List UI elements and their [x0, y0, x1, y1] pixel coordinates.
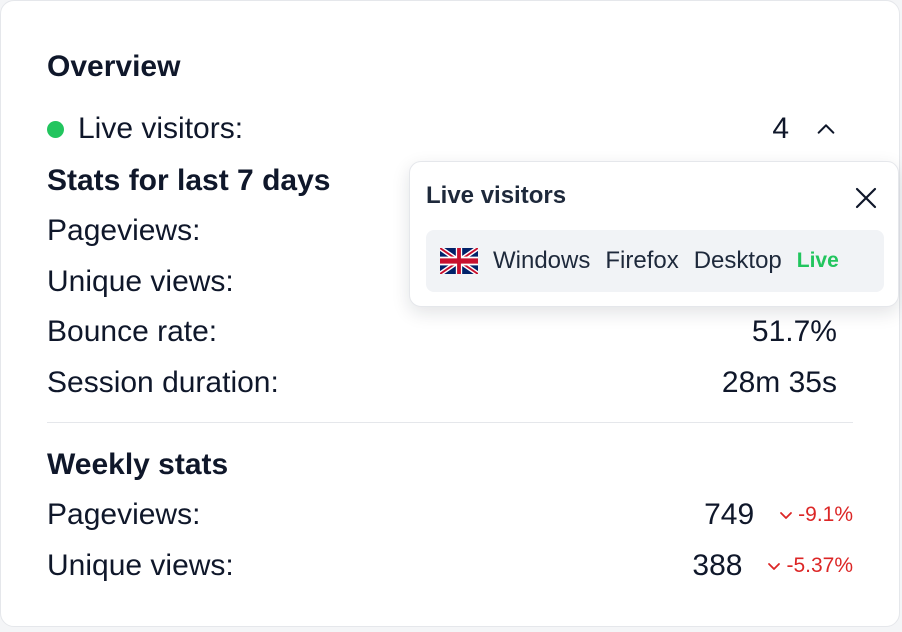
live-visitors-popover: Live visitors Windows Firefox Desktop Li… [409, 161, 899, 307]
weekly-pageviews-row: Pageviews: 749 -9.1% [47, 498, 853, 532]
overview-card: Overview Live visitors: 4 Stats for last… [0, 0, 900, 627]
bounce-rate-value: 51.7% [751, 315, 837, 348]
live-visitors-label: Live visitors: [78, 112, 244, 145]
bounce-rate-label: Bounce rate: [47, 315, 218, 348]
live-visitors-count: 4 [772, 112, 789, 145]
close-icon[interactable] [850, 182, 882, 214]
session-duration-row: Session duration: 28m 35s [47, 366, 837, 400]
pageviews-7d-label: Pageviews: [47, 214, 201, 247]
overview-title: Overview [47, 50, 181, 83]
weekly-unique-value: 388 [692, 549, 743, 582]
session-duration-label: Session duration: [47, 366, 279, 399]
unique-views-7d-label: Unique views: [47, 265, 234, 298]
visitor-live-badge: Live [796, 249, 839, 272]
section-divider [47, 422, 853, 423]
stats-7d-heading: Stats for last 7 days [47, 164, 331, 197]
session-duration-value: 28m 35s [721, 366, 837, 399]
weekly-unique-change-text: -5.37% [786, 554, 853, 577]
weekly-stats-heading: Weekly stats [47, 448, 229, 481]
weekly-pageviews-change-text: -9.1% [798, 503, 853, 526]
chevron-down-icon [768, 563, 781, 570]
chevron-down-icon [780, 512, 793, 519]
weekly-unique-row: Unique views: 388 -5.37% [47, 549, 853, 583]
live-visitors-row: Live visitors: 4 [47, 112, 837, 146]
chevron-up-icon[interactable] [815, 118, 837, 140]
visitor-device: Desktop [693, 247, 782, 274]
weekly-pageviews-label: Pageviews: [47, 498, 201, 531]
popover-title: Live visitors [426, 182, 567, 209]
weekly-unique-label: Unique views: [47, 549, 234, 582]
bounce-rate-row: Bounce rate: 51.7% [47, 315, 837, 349]
uk-flag-icon [440, 248, 478, 274]
weekly-unique-change: -5.37% [766, 554, 853, 578]
visitor-os: Windows [493, 247, 591, 274]
live-visitor-item[interactable]: Windows Firefox Desktop Live [426, 230, 884, 292]
weekly-pageviews-change: -9.1% [778, 503, 853, 527]
weekly-pageviews-value: 749 [704, 498, 755, 531]
live-dot-icon [47, 120, 64, 138]
visitor-browser: Firefox [605, 247, 679, 274]
